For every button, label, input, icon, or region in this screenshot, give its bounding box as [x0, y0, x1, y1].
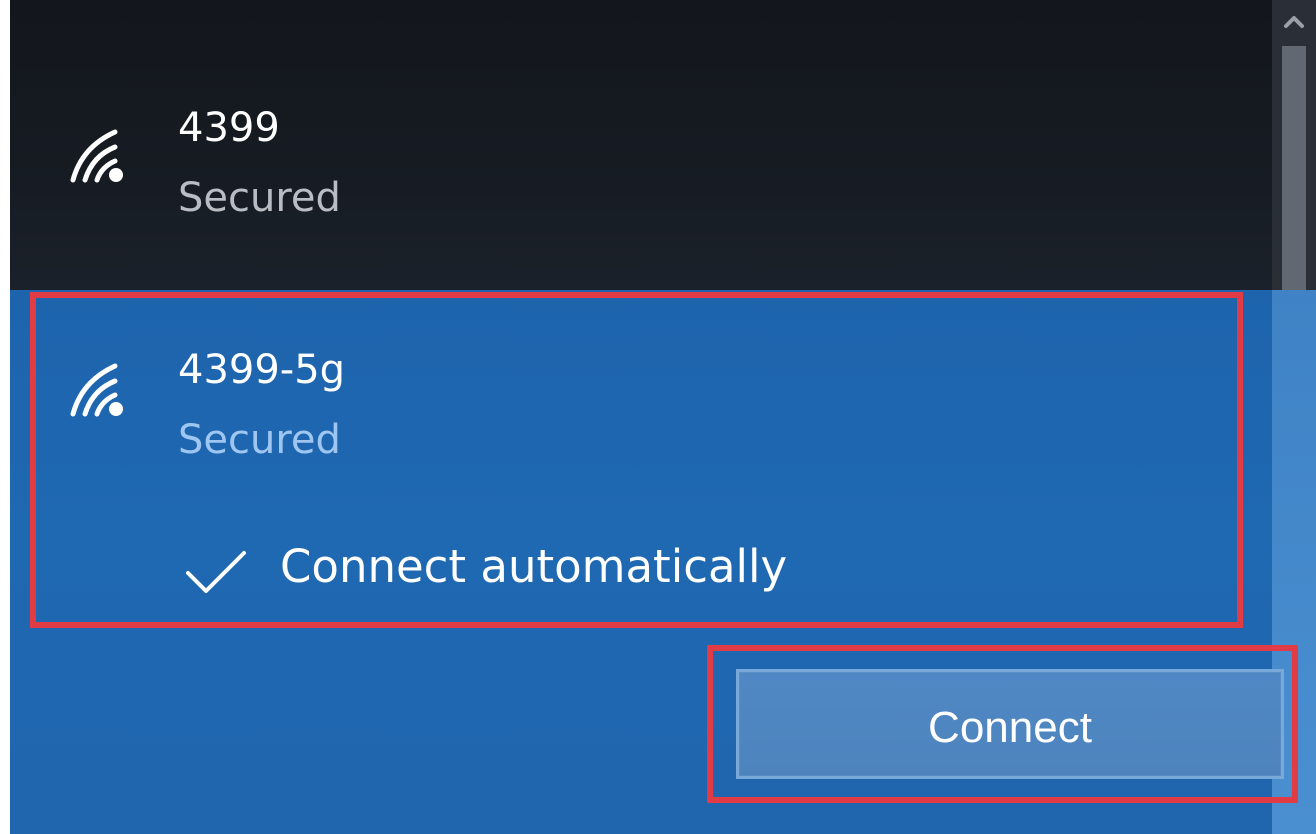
checkmark-icon[interactable] — [180, 545, 252, 601]
network-row-4399[interactable]: 4399 Secured — [10, 0, 1272, 290]
chevron-up-icon[interactable] — [1272, 2, 1316, 42]
scrollbar-thumb[interactable] — [1282, 46, 1306, 292]
connect-automatically-label[interactable]: Connect automatically — [280, 544, 787, 589]
connect-button[interactable]: Connect — [736, 669, 1284, 779]
network-status: Secured — [178, 175, 341, 221]
network-name: 4399 — [178, 105, 280, 151]
wifi-secured-icon — [70, 129, 123, 183]
wifi-network-list: 4399 Secured 4399-5g Secured Connect aut… — [10, 0, 1316, 834]
connect-button-label: Connect — [928, 703, 1092, 752]
